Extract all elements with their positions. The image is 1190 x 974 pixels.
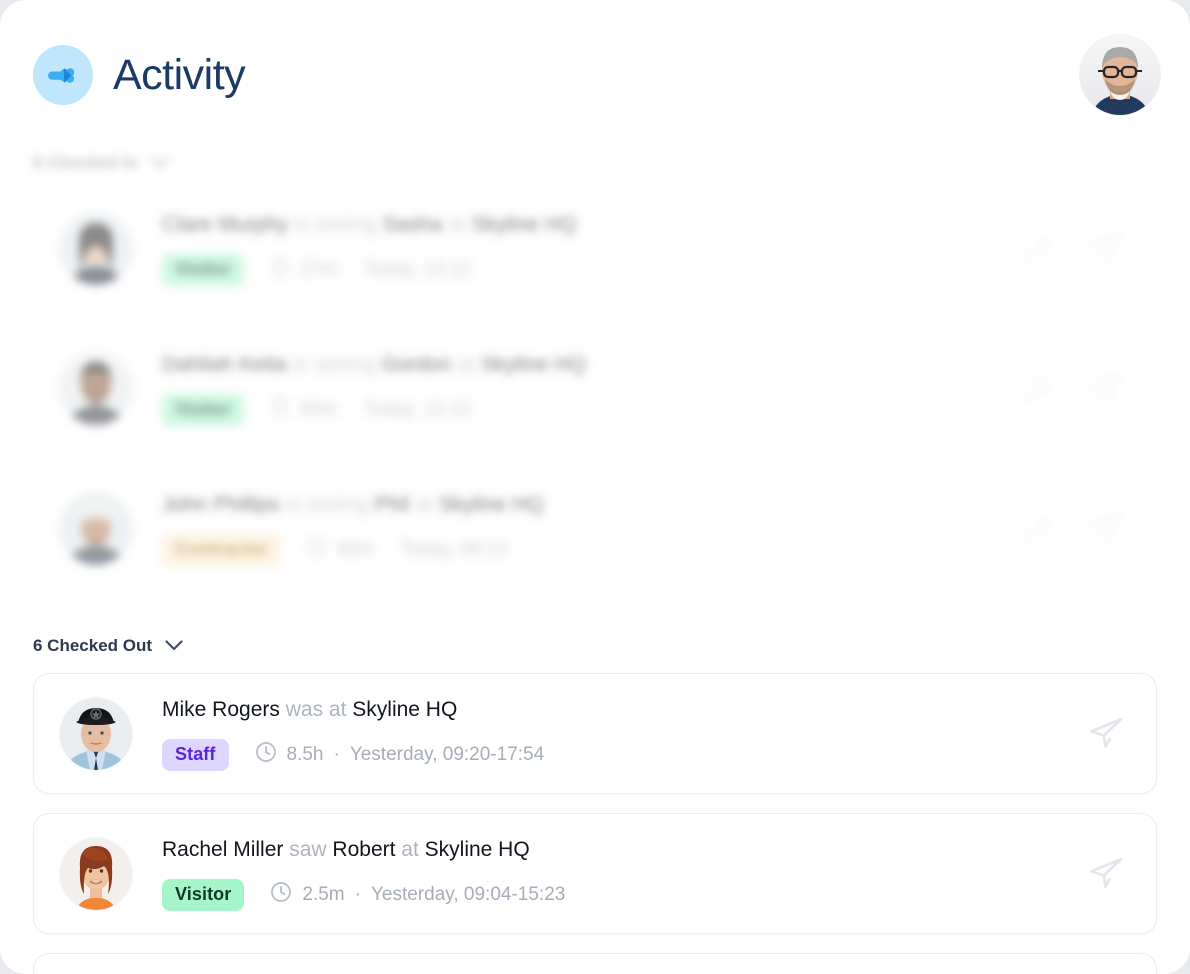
- host-name: Phil: [374, 492, 410, 516]
- at-word: at: [448, 212, 466, 236]
- activity-detail: Mike Rogers was at Skyline HQ Staff 8.5h…: [162, 697, 996, 771]
- section-header-checked-out[interactable]: 6 Checked Out: [33, 636, 183, 656]
- activity-verb: is seeing: [292, 352, 376, 376]
- separator: ·: [333, 743, 340, 765]
- timestamp: Today, 09:12: [400, 538, 508, 560]
- timestamp: Yesterday, 09:04-15:23: [370, 883, 566, 905]
- avatar: [60, 837, 132, 910]
- clock-icon: [270, 257, 290, 283]
- section-label: 6 Checked Out: [33, 636, 153, 655]
- activity-detail: Dahliah Keita is seeing Gordon at Skylin…: [162, 352, 996, 426]
- duration: 2.5m: [302, 883, 345, 905]
- row-actions: [1084, 852, 1128, 896]
- activity-row[interactable]: Dahliah Keita is seeing Gordon at Skylin…: [33, 330, 1157, 447]
- check-out-icon[interactable]: [1010, 367, 1054, 411]
- timestamp: Today, 13:12: [363, 258, 472, 280]
- activity-summary: Rachel Miller saw Robert at Skyline HQ: [162, 837, 996, 863]
- person-name: John Phillips: [162, 492, 280, 516]
- activity-row[interactable]: Mike Rogers was at Skyline HQ Staff 8.5h…: [33, 673, 1157, 794]
- activity-summary: John Phillips is seeing Phil at Skyline …: [162, 492, 996, 518]
- send-icon[interactable]: [1084, 852, 1128, 896]
- activity-detail: Clare Murphy is seeing Sasha at Skyline …: [162, 212, 996, 286]
- location-name: Skyline HQ: [438, 492, 544, 516]
- check-out-icon[interactable]: [1010, 227, 1054, 271]
- activity-verb: is seeing: [293, 212, 377, 236]
- location-name: Skyline HQ: [352, 697, 458, 721]
- row-actions: [1010, 507, 1128, 551]
- row-actions: [1010, 367, 1128, 411]
- check-out-icon[interactable]: [1010, 507, 1054, 551]
- separator: ·: [347, 258, 354, 280]
- app-window: Activity 6 Checked In Clare Murphy is se…: [0, 0, 1190, 974]
- at-word: at: [457, 352, 475, 376]
- location-name: Skyline HQ: [471, 212, 577, 236]
- separator: ·: [347, 398, 354, 420]
- activity-meta: 2.5m · Yesterday, 09:04-15:23: [270, 881, 565, 909]
- avatar: [60, 492, 132, 565]
- status-badge: Visitor: [162, 253, 245, 286]
- activity-summary: Clare Murphy is seeing Sasha at Skyline …: [162, 212, 996, 238]
- avatar: [60, 352, 132, 425]
- duration: 27m: [300, 258, 338, 280]
- clock-icon: [307, 537, 327, 563]
- activity-summary: Mike Rogers was at Skyline HQ: [162, 697, 996, 723]
- chevron-down-icon[interactable]: [151, 153, 169, 173]
- activity-row[interactable]: John Phillips is seeing Phil at Skyline …: [33, 470, 1157, 587]
- activity-summary: Dahliah Keita is seeing Gordon at Skylin…: [162, 352, 996, 378]
- avatar: [60, 697, 132, 770]
- clock-icon: [255, 741, 277, 769]
- at-word: at: [415, 492, 433, 516]
- status-badge: Visitor: [162, 878, 245, 911]
- clock-icon: [270, 881, 292, 909]
- activity-meta: 27m · Today, 13:12: [270, 257, 471, 283]
- activity-verb: is seeing: [285, 492, 369, 516]
- brand: Activity: [33, 45, 246, 105]
- duration: 8.5h: [286, 743, 324, 765]
- separator: ·: [383, 538, 391, 560]
- host-name: Robert: [332, 837, 396, 861]
- person-name: Dahliah Keita: [162, 352, 287, 376]
- send-icon[interactable]: [1084, 367, 1128, 411]
- location-name: Skyline HQ: [480, 352, 586, 376]
- timestamp: Today, 12:12: [363, 398, 472, 420]
- duration: 90m: [337, 538, 374, 560]
- separator: ·: [354, 883, 361, 905]
- row-actions: [1084, 712, 1128, 756]
- avatar[interactable]: [1080, 35, 1160, 115]
- status-badge: Visitor: [162, 393, 245, 426]
- section-header-checked-in[interactable]: 6 Checked In: [33, 153, 169, 173]
- page-title: Activity: [113, 50, 246, 99]
- activity-row[interactable]: Clare Murphy is seeing Sasha at Skyline …: [33, 190, 1157, 307]
- person-name: Rachel Miller: [162, 837, 284, 861]
- at-word: at: [401, 837, 419, 861]
- status-badge: Staff: [162, 738, 229, 771]
- clock-icon: [270, 397, 290, 423]
- activity-detail: John Phillips is seeing Phil at Skyline …: [162, 492, 996, 566]
- activity-verb: was at: [285, 697, 347, 721]
- host-name: Gordon: [381, 352, 452, 376]
- activity-meta: 8.5h · Yesterday, 09:20-17:54: [255, 741, 545, 769]
- send-icon[interactable]: [1084, 712, 1128, 756]
- arrow-right-circle-icon: [33, 45, 93, 105]
- activity-row[interactable]: Rachel Miller saw Robert at Skyline HQ V…: [33, 813, 1157, 934]
- section-label: 6 Checked In: [33, 153, 138, 172]
- activity-row-partial[interactable]: [33, 953, 1157, 974]
- app-header: Activity: [0, 0, 1190, 142]
- activity-verb: saw: [289, 837, 327, 861]
- person-name: Clare Murphy: [162, 212, 289, 236]
- location-name: Skyline HQ: [424, 837, 530, 861]
- host-name: Sasha: [382, 212, 443, 236]
- send-icon[interactable]: [1084, 227, 1128, 271]
- activity-meta: 90m · Today, 09:12: [307, 537, 508, 563]
- activity-detail: Rachel Miller saw Robert at Skyline HQ V…: [162, 837, 996, 911]
- timestamp: Yesterday, 09:20-17:54: [349, 743, 545, 765]
- person-name: Mike Rogers: [162, 697, 280, 721]
- send-icon[interactable]: [1084, 507, 1128, 551]
- chevron-down-icon[interactable]: [165, 636, 183, 656]
- activity-meta: 60m · Today, 12:12: [270, 397, 471, 423]
- avatar: [60, 212, 132, 285]
- row-actions: [1010, 227, 1128, 271]
- duration: 60m: [300, 398, 338, 420]
- status-badge: Contractor: [162, 533, 282, 566]
